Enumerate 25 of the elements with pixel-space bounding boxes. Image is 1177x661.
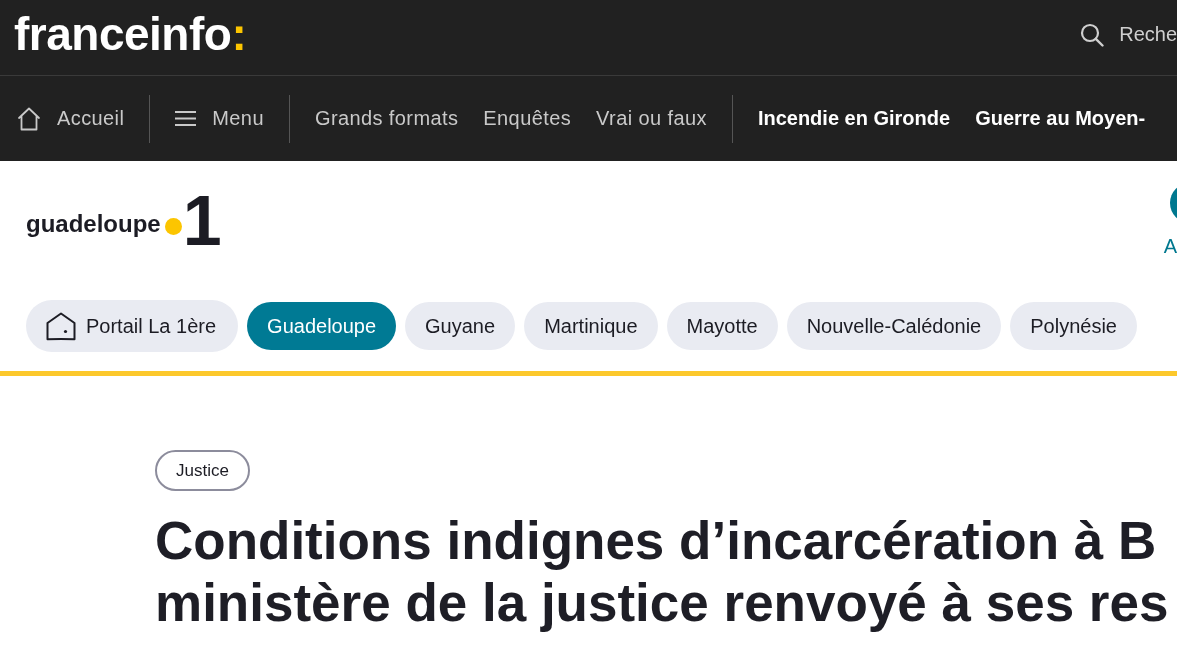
topic-tag[interactable]: Justice bbox=[155, 450, 250, 491]
site-logo[interactable]: franceinfo: bbox=[14, 10, 247, 57]
nav-link[interactable]: Grands formats bbox=[314, 107, 459, 130]
region-tab[interactable]: Guyane bbox=[405, 302, 516, 350]
region-tab[interactable]: Nouvelle-Calédonie bbox=[786, 302, 1002, 350]
nav-link[interactable]: Vrai ou faux bbox=[596, 107, 707, 130]
region-logo[interactable]: guadeloupe 1 bbox=[26, 186, 220, 256]
article-title: Conditions indignes d’incarcération à B ministère de la justice renvoyé à ses res bbox=[155, 510, 1169, 634]
search-button[interactable]: Reche bbox=[1080, 22, 1177, 47]
search-icon bbox=[1080, 22, 1105, 47]
region-tab[interactable]: Polynésie bbox=[1010, 302, 1137, 350]
nav-link[interactable]: Enquêtes bbox=[483, 107, 572, 130]
region-tab[interactable]: Martinique bbox=[524, 302, 658, 350]
nav-link[interactable]: Menu bbox=[175, 107, 264, 130]
region-tab[interactable]: Guadeloupe bbox=[247, 302, 397, 350]
nav-link[interactable]: Accueil bbox=[17, 106, 125, 131]
dot-icon bbox=[164, 217, 182, 235]
nav-link[interactable]: Guerre au Moyen- bbox=[975, 107, 1146, 130]
home-icon bbox=[17, 106, 41, 131]
house-icon bbox=[46, 311, 76, 341]
region-tab[interactable]: Portail La 1ère bbox=[26, 300, 239, 352]
menu-icon bbox=[175, 111, 197, 126]
header-button[interactable]: A bbox=[1163, 182, 1177, 256]
nav-link[interactable]: Incendie en Gironde bbox=[757, 107, 951, 130]
region-tab[interactable]: Mayotte bbox=[666, 302, 778, 350]
